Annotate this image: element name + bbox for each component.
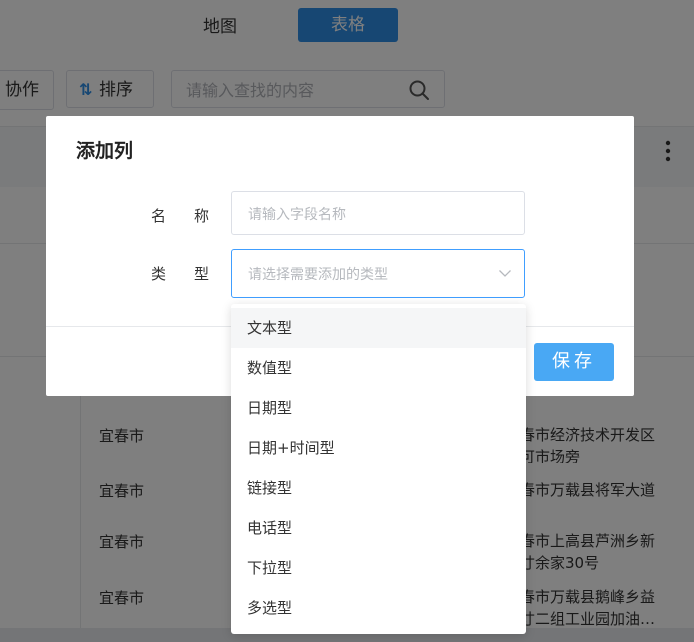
type-select[interactable] (231, 249, 525, 298)
dropdown-option-text[interactable]: 文本型 (231, 308, 526, 348)
name-input[interactable] (246, 204, 510, 226)
dropdown-option-phone[interactable]: 电话型 (231, 508, 526, 548)
dropdown-option-date[interactable]: 日期型 (231, 388, 526, 428)
dropdown-option-number[interactable]: 数值型 (231, 348, 526, 388)
type-label: 类型 (151, 265, 238, 283)
name-label: 名称 (151, 207, 238, 225)
chevron-down-icon (499, 270, 511, 277)
dropdown-option-datetime[interactable]: 日期+时间型 (231, 428, 526, 468)
dialog-title: 添加列 (76, 140, 134, 162)
dropdown-option-link[interactable]: 链接型 (231, 468, 526, 508)
type-select-input[interactable] (246, 264, 490, 286)
dropdown-option-select[interactable]: 下拉型 (231, 548, 526, 588)
save-button[interactable]: 保存 (534, 343, 614, 381)
type-dropdown: 文本型 数值型 日期型 日期+时间型 链接型 电话型 下拉型 多选型 (231, 304, 526, 634)
name-field (231, 191, 525, 235)
dropdown-option-multiselect[interactable]: 多选型 (231, 588, 526, 628)
